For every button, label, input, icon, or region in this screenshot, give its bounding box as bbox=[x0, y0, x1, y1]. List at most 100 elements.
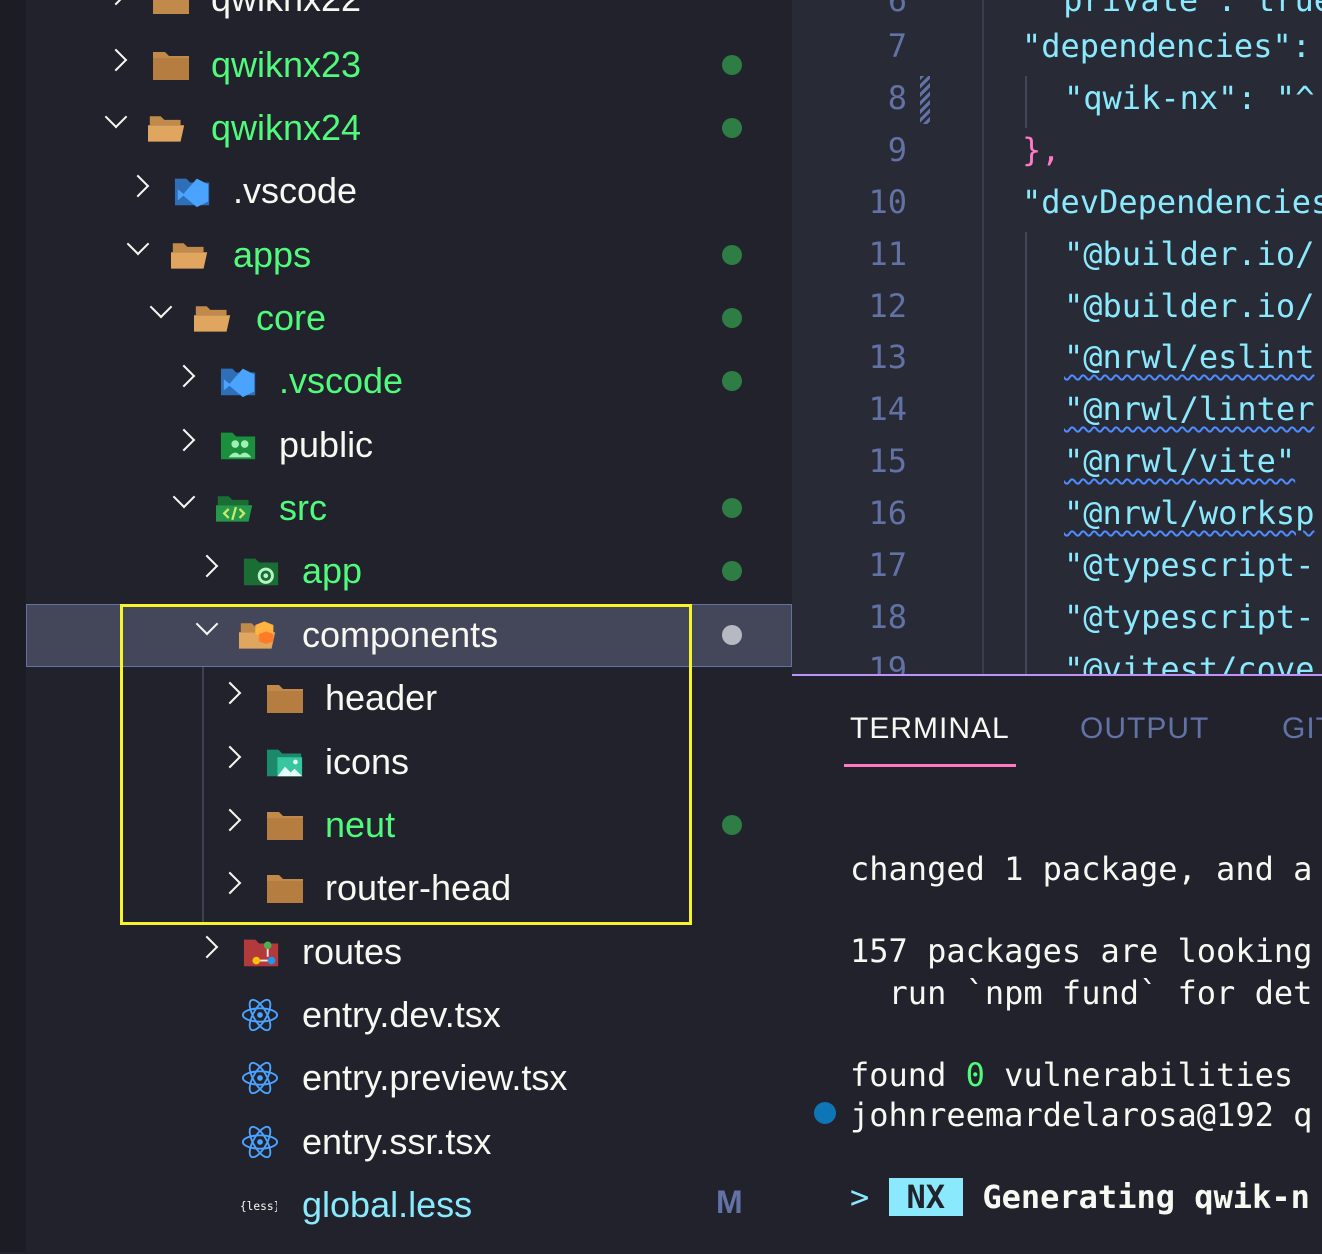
terminal-line: run `npm fund` for det bbox=[850, 974, 1313, 1012]
chevron-right-icon bbox=[104, 0, 128, 6]
terminal-text: vulnerabilities bbox=[984, 1056, 1294, 1094]
tree-item-label: header bbox=[325, 677, 438, 718]
activity-bar bbox=[0, 0, 26, 1252]
tree-item-neut[interactable]: neut bbox=[26, 794, 792, 857]
tree-item-vscode[interactable]: .vscode bbox=[26, 350, 792, 413]
chevron-right-icon bbox=[218, 745, 242, 769]
bottom-panel: TERMINAL OUTPUT GIT changed 1 package, a… bbox=[792, 674, 1322, 1254]
src-folder-icon bbox=[216, 496, 253, 522]
indent-guide bbox=[1025, 232, 1027, 674]
code-line: "@nrwl/eslint bbox=[1064, 338, 1315, 376]
terminal-line: johnreemardelarosa@192 q bbox=[850, 1096, 1313, 1134]
vulnerability-count: 0 bbox=[965, 1056, 985, 1094]
code-line: "@nrwl/vite" bbox=[1064, 442, 1296, 480]
tree-item-entry-preview-tsx[interactable]: entry.preview.tsx bbox=[26, 1047, 792, 1110]
editor-ruler bbox=[982, 0, 984, 674]
line-number: 13 bbox=[868, 338, 907, 376]
tree-item-app[interactable]: app bbox=[26, 540, 792, 603]
tree-item-label: entry.preview.tsx bbox=[302, 1057, 568, 1098]
tree-item-core[interactable]: core bbox=[26, 287, 792, 350]
code-line: "@builder.io/ bbox=[1064, 235, 1315, 273]
line-number: 10 bbox=[868, 183, 907, 221]
modified-dot bbox=[722, 815, 742, 835]
code-line: "@vitest/cove bbox=[1064, 650, 1315, 674]
line-number: 9 bbox=[887, 131, 907, 169]
tree-item-components[interactable]: components bbox=[26, 604, 792, 667]
chevron-right-icon bbox=[172, 364, 196, 388]
react-icon bbox=[241, 998, 279, 1032]
modified-dot bbox=[722, 308, 742, 328]
chevron-down-icon bbox=[104, 105, 128, 129]
code-line: "@nrwl/worksp bbox=[1064, 494, 1315, 532]
command-status-dot[interactable] bbox=[814, 1102, 836, 1124]
terminal-line: changed 1 package, and a bbox=[850, 850, 1313, 888]
tree-item-qwiknx24[interactable]: qwiknx24 bbox=[26, 97, 792, 160]
tree-item-router-head[interactable]: router-head bbox=[26, 857, 792, 920]
tree-item-qwiknx23[interactable]: qwiknx23 bbox=[26, 34, 792, 97]
vscode-folder-icon bbox=[174, 178, 210, 208]
chevron-right-icon bbox=[195, 554, 219, 578]
tab-terminal[interactable]: TERMINAL bbox=[850, 712, 1010, 746]
tree-item-routes[interactable]: routes bbox=[26, 921, 792, 984]
chevron-right-icon bbox=[195, 935, 219, 959]
code-line: "@typescript- bbox=[1064, 546, 1315, 584]
chevron-right-icon bbox=[218, 871, 242, 895]
folder-icon bbox=[153, 0, 189, 14]
tab-git[interactable]: GIT bbox=[1282, 712, 1322, 746]
code-line: "@builder.io/ bbox=[1064, 287, 1315, 325]
tree-item-label: components bbox=[302, 614, 499, 655]
tree-item-label: routes bbox=[302, 931, 403, 972]
routes-folder-icon bbox=[243, 939, 279, 967]
terminal-line: found 0 vulnerabilities bbox=[850, 1056, 1293, 1094]
svg-text:{less}: {less} bbox=[240, 1200, 277, 1213]
chevron-right-icon bbox=[126, 174, 150, 198]
tree-item-label: .vscode bbox=[279, 360, 404, 401]
modified-dot bbox=[722, 625, 742, 645]
line-number: 15 bbox=[868, 442, 907, 480]
react-icon bbox=[241, 1125, 279, 1159]
tree-item-label: src bbox=[279, 487, 327, 528]
tree-item-label: qwiknx23 bbox=[211, 44, 362, 85]
tree-item-header[interactable]: header bbox=[26, 667, 792, 730]
modified-dot bbox=[722, 498, 742, 518]
tree-item-entry-ssr-tsx[interactable]: entry.ssr.tsx bbox=[26, 1111, 792, 1174]
tree-item-qwiknx22[interactable]: qwiknx22 bbox=[26, 0, 792, 31]
tree-item-label: entry.ssr.tsx bbox=[302, 1121, 492, 1162]
code-line: }, bbox=[1022, 131, 1061, 169]
nx-badge: NX bbox=[888, 1178, 964, 1216]
code-line: "@nrwl/linter bbox=[1064, 390, 1315, 428]
tree-item-label: apps bbox=[233, 234, 312, 275]
terminal-text: Generating qwik-n bbox=[982, 1178, 1310, 1216]
tree-item-apps[interactable]: apps bbox=[26, 224, 792, 287]
modified-badge: M bbox=[716, 1184, 743, 1220]
tree-item-public[interactable]: public bbox=[26, 414, 792, 477]
tree-item-icons[interactable]: icons bbox=[26, 731, 792, 794]
chevron-right-icon bbox=[104, 48, 128, 72]
open-folder-icon bbox=[171, 243, 208, 269]
react-icon bbox=[241, 1061, 279, 1095]
tree-item-label: core bbox=[256, 297, 327, 338]
active-tab-indicator bbox=[844, 764, 1016, 767]
vscode-folder-icon bbox=[220, 368, 256, 398]
tree-item-label: qwiknx24 bbox=[211, 107, 362, 148]
tree-item-vscode[interactable]: .vscode bbox=[26, 160, 792, 223]
folder-icon bbox=[153, 52, 189, 80]
tree-item-src[interactable]: src bbox=[26, 477, 792, 540]
line-number: 7 bbox=[887, 27, 907, 65]
code-line: "dependencies": { bbox=[1022, 27, 1322, 65]
line-number: 16 bbox=[868, 494, 907, 532]
tree-item-label: public bbox=[279, 424, 374, 465]
open-folder-icon bbox=[194, 306, 231, 332]
chevron-down-icon bbox=[126, 232, 150, 256]
tab-output[interactable]: OUTPUT bbox=[1080, 712, 1209, 746]
code-line: "qwik-nx": "^ bbox=[1064, 79, 1315, 117]
modified-dot bbox=[722, 118, 742, 138]
chevron-right-icon bbox=[218, 808, 242, 832]
tree-item-entry-dev-tsx[interactable]: entry.dev.tsx bbox=[26, 984, 792, 1047]
folder-icon bbox=[267, 812, 303, 840]
change-marker bbox=[920, 76, 930, 124]
tree-item-global-less[interactable]: {less} global.less M bbox=[26, 1174, 792, 1237]
code-editor[interactable]: 6 "private": true, 7 "dependencies": { 8… bbox=[792, 0, 1322, 674]
modified-dot bbox=[722, 561, 742, 581]
tree-item-label: .vscode bbox=[233, 170, 358, 211]
